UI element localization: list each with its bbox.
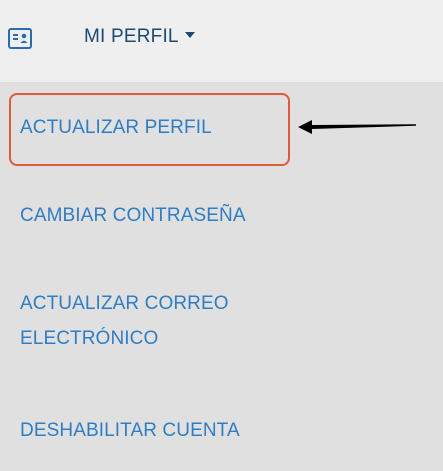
- arrow-annotation-icon: [298, 120, 416, 134]
- menu-item-change-password[interactable]: CAMBIAR CONTRASEÑA: [20, 198, 246, 233]
- menu-item-disable-account[interactable]: DESHABILITAR CUENTA: [20, 413, 240, 448]
- menu-item-update-email-line2: ELECTRÓNICO: [20, 328, 159, 349]
- menu-item-update-email[interactable]: ACTUALIZAR CORREO ELECTRÓNICO: [20, 286, 229, 356]
- caret-down-icon: [184, 32, 195, 38]
- highlight-annotation: [9, 93, 290, 166]
- menu-item-update-email-line1: ACTUALIZAR CORREO: [20, 293, 229, 314]
- profile-menu-header[interactable]: MI PERFIL: [0, 0, 443, 82]
- profile-card-icon: [8, 28, 32, 49]
- profile-menu-toggle[interactable]: MI PERFIL: [84, 26, 195, 48]
- profile-menu-label: MI PERFIL: [84, 26, 179, 47]
